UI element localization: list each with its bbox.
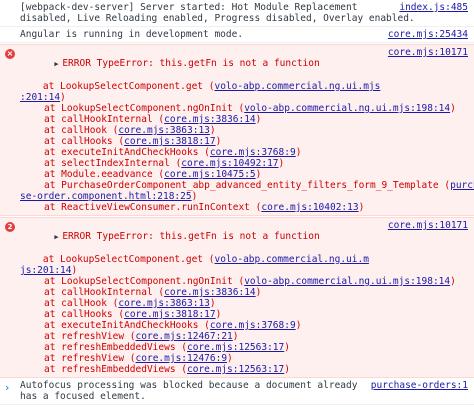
stack-frame: at executeInitAndCheckHooks (core.mjs:37… (44, 147, 302, 158)
stack-frame-wrap: js:201:14) (20, 265, 78, 276)
frame-link[interactable]: purcha (450, 180, 474, 191)
frame-link[interactable]: core.mjs:3818:17 (124, 136, 216, 147)
frame-link[interactable]: se-order.component.html:218:25 (20, 191, 192, 202)
stack-frame: at refreshEmbeddedViews (core.mjs:12563:… (44, 342, 290, 353)
stack-frame: at refreshEmbeddedViews (core.mjs:12563:… (44, 364, 290, 375)
error-count-badge: 2 (5, 222, 15, 232)
source-link[interactable]: core.mjs:25434 (387, 29, 468, 40)
stack-frame: at callHook (core.mjs:3863:13) (44, 298, 216, 309)
stack-frame: at LookupSelectComponent.get (volo-abp.c… (20, 81, 381, 92)
frame-link[interactable]: core.mjs:12563:17 (187, 364, 284, 375)
message-line: disabled, Live Reloading enabled, Progre… (20, 13, 415, 24)
frame-link[interactable]: volo-abp.commercial.ng.ui.mjs:198:14 (244, 103, 450, 114)
frame-link[interactable]: core.mjs:3818:17 (124, 309, 216, 320)
frame-link[interactable]: core.mjs:3863:13 (118, 125, 210, 136)
frame-link[interactable]: core.mjs:3768:9 (210, 320, 296, 331)
stack-frame: at executeInitAndCheckHooks (core.mjs:37… (44, 320, 302, 331)
source-link[interactable]: index.js:485 (399, 2, 468, 13)
stack-frame: at callHookInternal (core.mjs:3836:14) (44, 287, 262, 298)
console-message-webpack: [webpack-dev-server] Server started: Hot… (0, 0, 474, 27)
frame-link[interactable]: volo-abp.commercial.ng.ui.mjs (214, 81, 380, 92)
message-line: has a focused element. (20, 391, 146, 402)
frame-link[interactable]: core.mjs:3836:14 (164, 114, 256, 125)
console-message-angular: Angular is running in development mode. … (0, 27, 474, 43)
stack-frame: at LookupSelectComponent.ngOnInit (volo-… (44, 103, 456, 114)
stack-frame: at LookupSelectComponent.get (volo-abp.c… (20, 254, 369, 265)
console-prompt-icon[interactable]: › (5, 382, 9, 393)
frame-link[interactable]: core.mjs:10492:17 (181, 158, 278, 169)
stack-frame: at callHook (core.mjs:3863:13) (44, 125, 216, 136)
stack-frame: at Module.eeadvance (core.mjs:10475:5) (44, 169, 262, 180)
frame-link[interactable]: core.mjs:3863:13 (118, 298, 210, 309)
source-link[interactable]: purchase-orders:1 (370, 380, 468, 391)
stack-frame: at selectIndexInternal (core.mjs:10492:1… (44, 158, 285, 169)
stack-frame: at LookupSelectComponent.ngOnInit (volo-… (44, 276, 456, 287)
console-error-1: × ▶ ERROR TypeError: this.getFn is not a … (0, 44, 474, 216)
console-message-autofocus: Autofocus processing was blocked because… (0, 378, 474, 405)
devtools-console: [webpack-dev-server] Server started: Hot… (0, 0, 474, 408)
frame-link[interactable]: volo-abp.commercial.ng.ui.m (214, 254, 368, 265)
frame-link[interactable]: core.mjs:10402:13 (261, 202, 358, 213)
error-close-icon: × (5, 49, 15, 59)
frame-link[interactable]: core.mjs:12476:9 (136, 353, 228, 364)
stack-frame: at callHooks (core.mjs:3818:17) (44, 309, 222, 320)
stack-frame: at callHookInternal (core.mjs:3836:14) (44, 114, 262, 125)
source-link[interactable]: core.mjs:10171 (387, 220, 468, 231)
stack-frame: at refreshView (core.mjs:12476:9) (44, 353, 233, 364)
stack-frame-wrap: se-order.component.html:218:25) (20, 191, 198, 202)
source-link[interactable]: core.mjs:10171 (387, 47, 468, 58)
frame-link[interactable]: volo-abp.commercial.ng.ui.mjs:198:14 (244, 276, 450, 287)
stack-frame: at ReactiveViewConsumer.runInContext (co… (44, 202, 365, 213)
frame-link[interactable]: :201:14 (20, 92, 60, 103)
stack-frame-wrap: :201:14) (20, 92, 66, 103)
stack-frame: at refreshView (core.mjs:12467:21) (44, 331, 239, 342)
frame-link[interactable]: core.mjs:3768:9 (210, 147, 296, 158)
frame-link[interactable]: js:201:14 (20, 265, 71, 276)
frame-link[interactable]: core.mjs:12563:17 (187, 342, 284, 353)
frame-link[interactable]: core.mjs:12467:21 (136, 331, 233, 342)
frame-link[interactable]: core.mjs:10475:5 (164, 169, 256, 180)
frame-link[interactable]: core.mjs:3836:14 (164, 287, 256, 298)
stack-frame: at PurchaseOrderComponent_abp_advanced_e… (20, 180, 474, 191)
stack-frame: at callHooks (core.mjs:3818:17) (44, 136, 222, 147)
console-error-2: 2 ▶ ERROR TypeError: this.getFn is not a … (0, 217, 474, 378)
